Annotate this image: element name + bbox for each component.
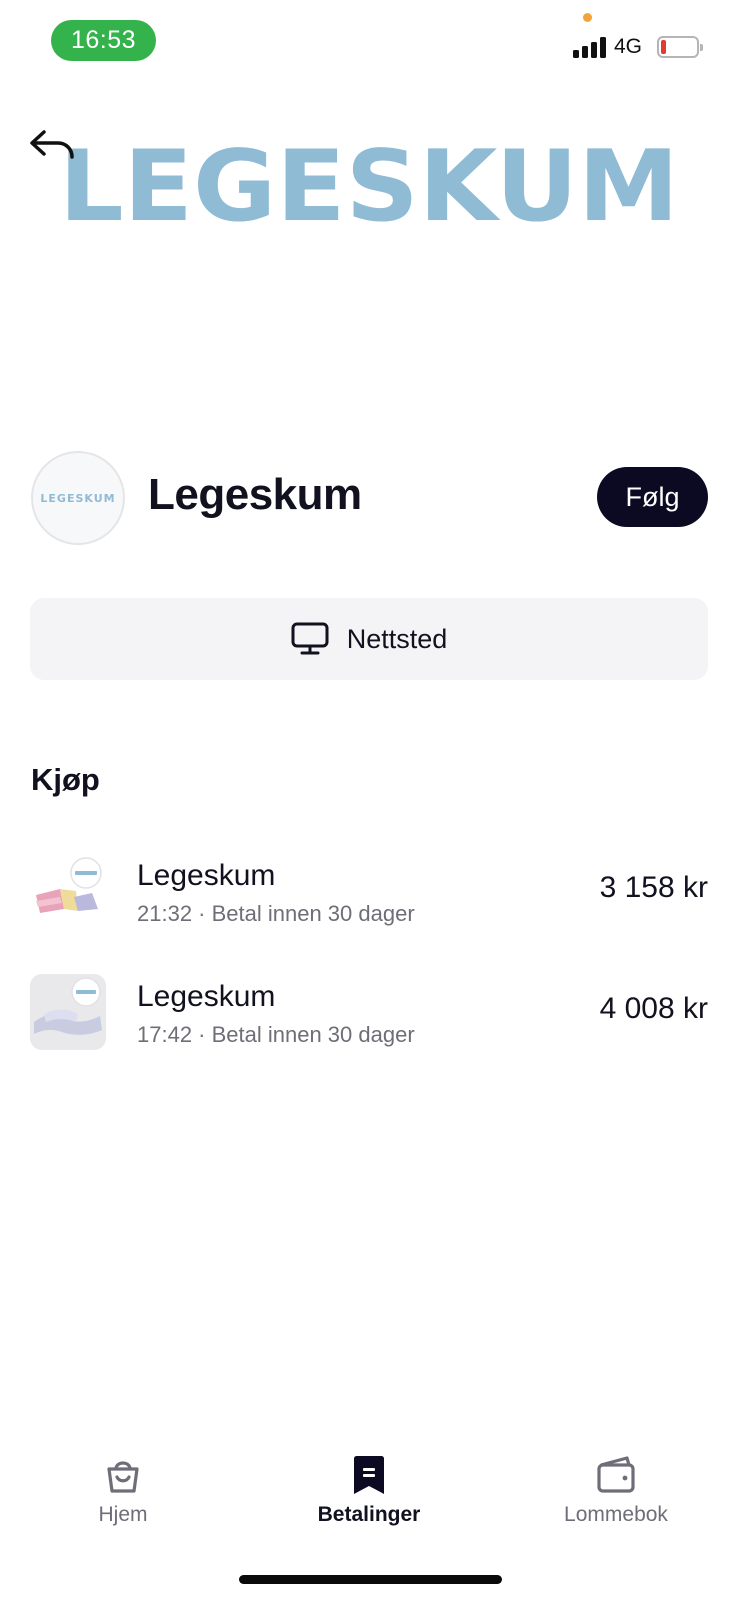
purchase-amount: 4 008 kr: [599, 992, 708, 1025]
website-label: Nettsted: [346, 623, 448, 654]
purchase-amount: 3 158 kr: [599, 871, 708, 904]
tab-label: Betalinger: [317, 1503, 421, 1526]
merchant-avatar: LEGESKUM: [31, 451, 125, 545]
shopping-bag-icon: [107, 1461, 139, 1493]
back-arrow-icon: [30, 130, 74, 159]
home-indicator: [239, 1575, 502, 1584]
purchase-title: Legeskum: [137, 980, 276, 1013]
battery-icon: [657, 36, 703, 58]
privacy-indicator-dot: [583, 13, 592, 22]
purchase-thumbnail: [30, 853, 106, 929]
purchase-row[interactable]: Legeskum 21:32 · Betal innen 30 dager 3 …: [30, 853, 708, 933]
website-button[interactable]: Nettsted: [30, 598, 708, 680]
status-time: 16:53: [51, 20, 156, 61]
tab-label: Lommebok: [564, 1503, 668, 1526]
merchant-avatar-text: LEGESKUM: [40, 491, 116, 505]
purchase-subtitle: 17:42 · Betal innen 30 dager: [137, 1022, 415, 1047]
purchase-row[interactable]: Legeskum 17:42 · Betal innen 30 dager 4 …: [30, 974, 708, 1054]
tab-hjem[interactable]: Hjem: [43, 1455, 203, 1539]
follow-button[interactable]: Følg: [597, 467, 708, 527]
purchase-subtitle: 21:32 · Betal innen 30 dager: [137, 901, 415, 926]
wallet-icon: [597, 1456, 635, 1493]
receipt-icon: [354, 1456, 384, 1494]
network-type: 4G: [614, 35, 643, 58]
monitor-icon: [291, 622, 329, 655]
purchase-title: Legeskum: [137, 859, 276, 892]
legeskum-banner-logo: LEGESKUM: [59, 138, 679, 230]
purchase-thumbnail: [30, 974, 106, 1050]
tab-label: Hjem: [98, 1503, 148, 1526]
cellular-signal-icon: [573, 36, 607, 58]
merchant-name: Legeskum: [148, 470, 362, 519]
banner-logo-text: LEGESKUM: [59, 138, 679, 230]
tab-lommebok[interactable]: Lommebok: [536, 1455, 696, 1539]
purchases-heading: Kjøp: [31, 762, 100, 797]
tab-betalinger[interactable]: Betalinger: [289, 1455, 449, 1539]
back-button[interactable]: [28, 126, 80, 170]
